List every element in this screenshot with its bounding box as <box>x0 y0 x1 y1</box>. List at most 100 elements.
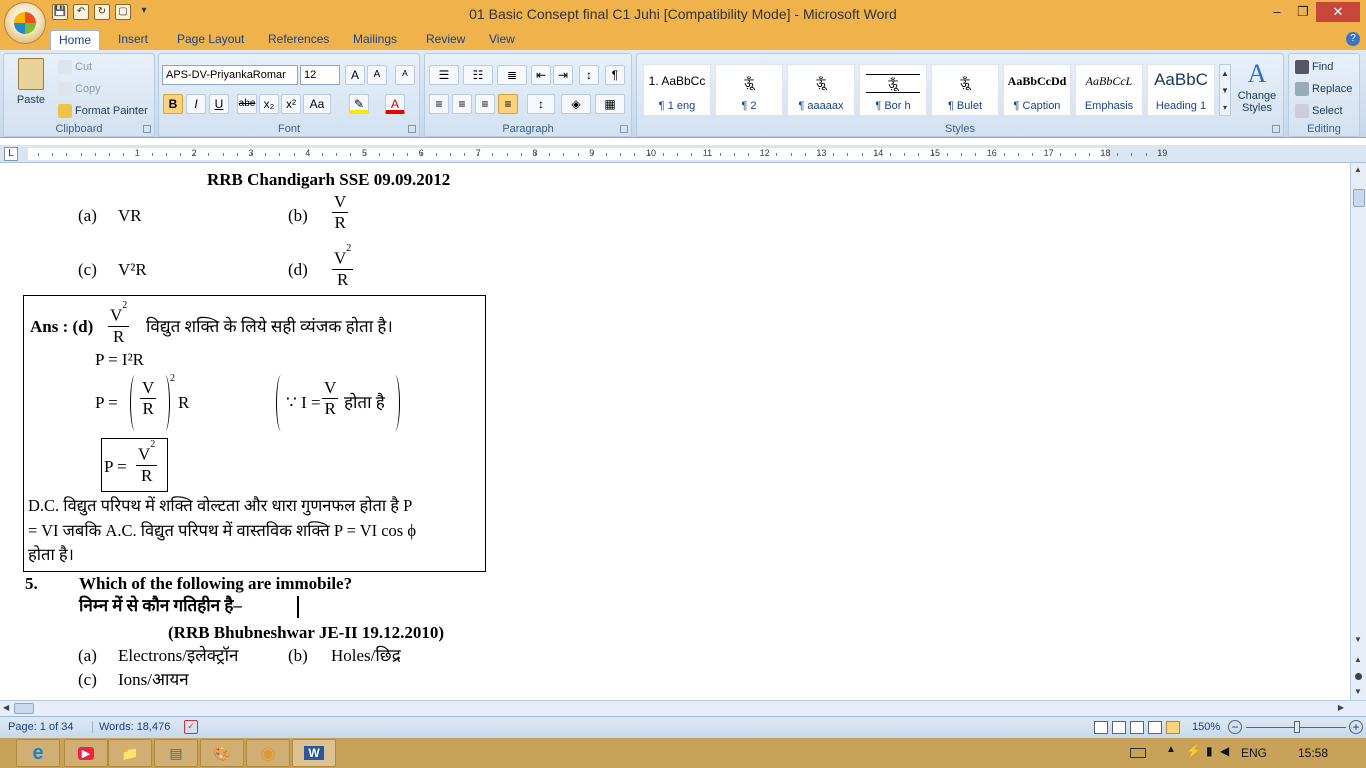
format-painter-button[interactable]: Format Painter <box>58 104 148 118</box>
paste-button[interactable]: Paste <box>10 58 52 118</box>
maximize-button[interactable]: ❐ <box>1290 2 1316 22</box>
font-launcher-icon[interactable] <box>408 125 416 133</box>
qat-more-icon[interactable]: ▾ <box>136 4 152 20</box>
volume-icon[interactable]: ◀ <box>1220 744 1229 758</box>
styles-scroll[interactable]: ▲ ▼ ▾ <box>1219 64 1231 116</box>
increase-indent-icon[interactable]: ⇥ <box>553 65 573 85</box>
zoom-slider-thumb[interactable] <box>1294 721 1300 733</box>
page-count[interactable]: Page: 1 of 34 <box>8 721 73 733</box>
line-spacing-icon[interactable]: ↕ <box>527 94 555 114</box>
select-button[interactable]: Select <box>1295 104 1343 118</box>
tab-insert[interactable]: Insert <box>110 30 156 50</box>
style-item[interactable]: ऊ़ूँ ¶ Bor h <box>859 64 927 116</box>
numbering-icon[interactable]: ☷ <box>463 65 493 85</box>
scroll-left-icon[interactable]: ◀ <box>3 703 9 712</box>
save-icon[interactable]: 💾 <box>52 4 68 20</box>
help-icon[interactable]: ? <box>1346 32 1360 46</box>
multilevel-list-icon[interactable]: ≣ <box>497 65 527 85</box>
vertical-scroll-thumb[interactable] <box>1353 189 1365 207</box>
zoom-out-icon[interactable]: − <box>1228 720 1242 734</box>
style-item[interactable]: ऊ़ूँ ¶ Bulet <box>931 64 999 116</box>
subscript-button[interactable]: x₂ <box>259 94 279 114</box>
replace-button[interactable]: Replace <box>1295 82 1352 96</box>
horizontal-scrollbar[interactable]: ◀ ▶ <box>0 700 1366 716</box>
redo-icon[interactable]: ↻ <box>94 4 110 20</box>
shrink-font-button[interactable]: A <box>367 65 387 85</box>
next-page-icon[interactable]: ▼ <box>1354 687 1362 696</box>
prev-page-icon[interactable]: ▲ <box>1354 655 1362 664</box>
view-outline-icon[interactable] <box>1148 721 1162 734</box>
taskbar-paint[interactable]: 🎨 <box>200 739 244 767</box>
borders-icon[interactable]: ▦ <box>595 94 625 114</box>
change-case-button[interactable]: Aa <box>303 94 331 114</box>
view-draft-icon[interactable] <box>1166 721 1180 734</box>
tab-home[interactable]: Home <box>50 30 101 50</box>
bold-button[interactable]: B <box>163 94 183 114</box>
copy-button[interactable]: Copy <box>58 82 101 96</box>
tab-view[interactable]: View <box>481 30 523 50</box>
undo-icon[interactable]: ↶ <box>73 4 89 20</box>
zoom-in-icon[interactable]: + <box>1349 720 1363 734</box>
clipboard-launcher-icon[interactable] <box>143 125 151 133</box>
sort-icon[interactable]: ↕ <box>579 65 599 85</box>
network-icon[interactable]: ▮ <box>1206 744 1213 758</box>
vertical-scrollbar[interactable]: ▲ ▼ ▲ ▼ <box>1350 163 1366 700</box>
scroll-right-icon[interactable]: ▶ <box>1338 703 1344 712</box>
taskbar-media[interactable]: ▶ <box>64 739 108 767</box>
view-web-layout-icon[interactable] <box>1130 721 1144 734</box>
decrease-indent-icon[interactable]: ⇤ <box>531 65 551 85</box>
styles-launcher-icon[interactable] <box>1272 125 1280 133</box>
style-item[interactable]: AaBbC Heading 1 <box>1147 64 1215 116</box>
strikethrough-button[interactable]: abe <box>237 94 257 114</box>
style-item[interactable]: 1. AaBbCc ¶ 1 eng <box>643 64 711 116</box>
font-color-icon[interactable]: A <box>385 94 405 114</box>
cut-button[interactable]: Cut <box>58 60 92 74</box>
scroll-up-icon[interactable]: ▲ <box>1354 165 1362 174</box>
font-name-select[interactable]: APS-DV-PriyankaRomar <box>162 65 298 85</box>
document-page[interactable]: RRB Chandigarh SSE 09.09.2012 (a) VR (b)… <box>0 163 1350 700</box>
taskbar-explorer[interactable]: 📁 <box>108 739 152 767</box>
style-item[interactable]: ऊ़ूँ ¶ aaaaax <box>787 64 855 116</box>
find-button[interactable]: Find <box>1295 60 1333 74</box>
style-item[interactable]: ऊ़ूँ ¶ 2 <box>715 64 783 116</box>
horizontal-scroll-thumb[interactable] <box>14 703 34 714</box>
zoom-level[interactable]: 150% <box>1192 721 1220 733</box>
align-center-icon[interactable]: ≡ <box>452 94 472 114</box>
font-size-select[interactable]: 12 <box>300 65 340 85</box>
view-full-screen-icon[interactable] <box>1112 721 1126 734</box>
style-item[interactable]: AaBbCcDd ¶ Caption <box>1003 64 1071 116</box>
show-marks-icon[interactable]: ¶ <box>605 65 625 85</box>
scroll-down-icon[interactable]: ▼ <box>1354 635 1362 644</box>
taskbar-word[interactable]: W <box>292 739 336 767</box>
change-styles-button[interactable]: A Change Styles <box>1233 58 1281 114</box>
clear-format-icon[interactable]: ᴬ <box>395 65 415 85</box>
tab-mailings[interactable]: Mailings <box>345 30 405 50</box>
tab-page-layout[interactable]: Page Layout <box>169 30 252 50</box>
justify-icon[interactable]: ≡ <box>498 94 518 114</box>
highlight-icon[interactable]: ✎ <box>349 94 369 114</box>
taskbar-ie[interactable]: e <box>16 739 60 767</box>
office-button[interactable] <box>4 2 46 44</box>
italic-button[interactable]: I <box>186 94 206 114</box>
clock[interactable]: 15:58 <box>1298 746 1328 760</box>
proofing-icon[interactable]: ✓ <box>184 720 198 734</box>
close-button[interactable]: ✕ <box>1316 2 1360 22</box>
keyboard-icon[interactable] <box>1130 748 1146 758</box>
new-doc-icon[interactable]: ▢ <box>115 4 131 20</box>
style-item[interactable]: AaBbCcL Emphasis <box>1075 64 1143 116</box>
shading-icon[interactable]: ◈ <box>561 94 591 114</box>
superscript-button[interactable]: x² <box>281 94 301 114</box>
taskbar-notepad[interactable]: ▤ <box>154 739 198 767</box>
word-count[interactable]: Words: 18,476 <box>92 721 170 733</box>
bullets-icon[interactable]: ☰ <box>429 65 459 85</box>
grow-font-button[interactable]: A <box>345 65 365 85</box>
align-left-icon[interactable]: ≡ <box>429 94 449 114</box>
paragraph-launcher-icon[interactable] <box>620 125 628 133</box>
minimize-button[interactable]: – <box>1264 2 1290 22</box>
power-icon[interactable]: ⚡ <box>1186 744 1201 758</box>
tray-arrow-icon[interactable]: ▲ <box>1166 744 1176 755</box>
taskbar-chrome[interactable]: ◉ <box>246 739 290 767</box>
horizontal-ruler[interactable]: L 12345678910111213141516171819 <box>0 145 1366 163</box>
language-indicator[interactable]: ENG <box>1241 746 1267 760</box>
browse-object-icon[interactable] <box>1355 673 1362 680</box>
